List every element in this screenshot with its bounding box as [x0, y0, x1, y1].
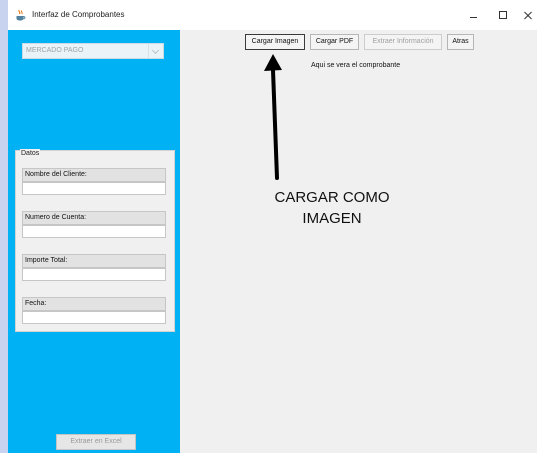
- annotation-line-2: IMAGEN: [302, 210, 362, 227]
- annotation-label: CARGAR COMO IMAGEN: [237, 187, 427, 229]
- annotation-line-1: CARGAR COMO: [274, 189, 390, 206]
